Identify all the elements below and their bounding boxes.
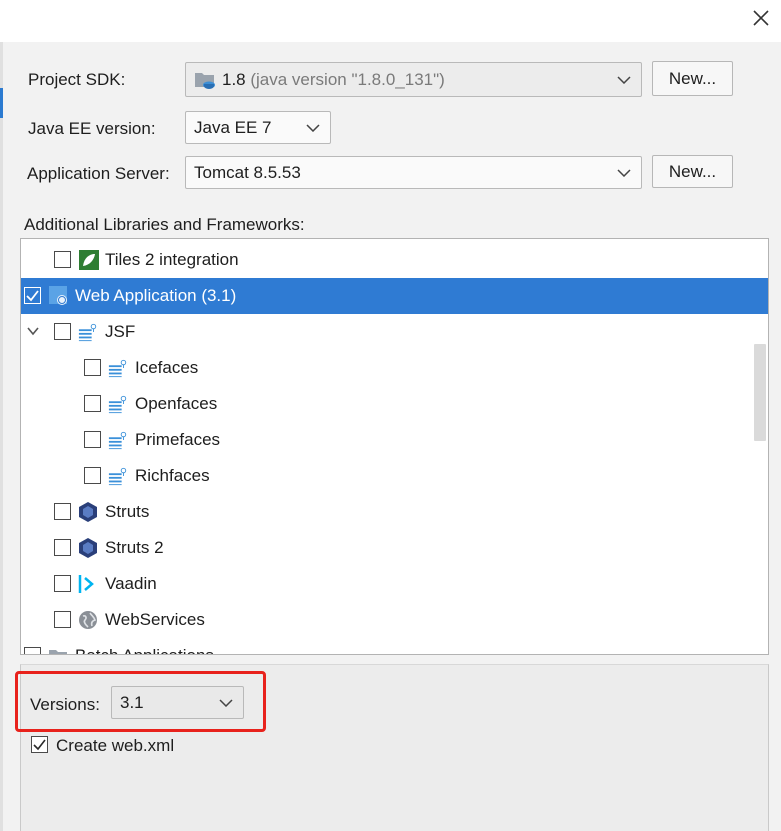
tiles-checkbox[interactable] [54, 251, 71, 268]
left-panel-selection-marker [0, 88, 3, 118]
chevron-down-icon [617, 75, 631, 84]
tree-item-label: WebServices [105, 610, 205, 629]
jsf-icon [108, 467, 127, 486]
dialog-title-bar [0, 0, 781, 42]
icefaces-checkbox[interactable] [84, 359, 101, 376]
tree-item-label: JSF [105, 322, 136, 341]
tree-item-label: Primefaces [135, 430, 221, 449]
tree-item-web-application[interactable]: Web Application (3.1) [21, 278, 768, 314]
tree-item-vaadin[interactable]: Vaadin [21, 566, 768, 602]
chevron-down-icon[interactable] [27, 326, 39, 336]
primefaces-checkbox[interactable] [84, 431, 101, 448]
tree-item-primefaces[interactable]: Primefaces [21, 422, 768, 458]
jsf-icon [108, 431, 127, 450]
vaadin-checkbox[interactable] [54, 575, 71, 592]
create-webxml-label: Create web.xml [56, 736, 175, 755]
batch-applications-checkbox[interactable] [24, 647, 41, 654]
struts-checkbox[interactable] [54, 503, 71, 520]
libraries-heading: Additional Libraries and Frameworks: [24, 215, 305, 234]
checkmark-icon [33, 739, 46, 751]
application-server-new-button[interactable]: New... [652, 155, 733, 188]
tree-item-label: Richfaces [135, 466, 210, 485]
web-application-icon [49, 286, 67, 305]
project-sdk-version: 1.8 [222, 69, 246, 89]
tree-item-struts-2[interactable]: Struts 2 [21, 530, 768, 566]
tree-item-label: Web Application (3.1) [75, 286, 237, 305]
tree-item-jsf[interactable]: JSF [21, 314, 768, 350]
project-sdk-new-button[interactable]: New... [652, 61, 733, 96]
web-application-checkbox[interactable] [24, 287, 41, 304]
folder-icon [49, 650, 67, 654]
jsf-icon [108, 395, 127, 414]
tree-item-label: Struts [105, 502, 150, 521]
checkmark-icon [26, 290, 39, 302]
tree-item-label: Vaadin [105, 574, 157, 593]
project-sdk-dropdown[interactable]: 1.8 (java version "1.8.0_131") [185, 62, 642, 97]
highlight-annotation-box [15, 671, 266, 732]
jsf-icon [78, 323, 97, 342]
tree-item-label: Tiles 2 integration [105, 250, 239, 269]
tree-item-openfaces[interactable]: Openfaces [21, 386, 768, 422]
project-sdk-detail: (java version "1.8.0_131") [245, 69, 445, 89]
jsf-checkbox[interactable] [54, 323, 71, 340]
tree-item-tiles-2-integration[interactable]: Tiles 2 integration [21, 242, 768, 278]
openfaces-checkbox[interactable] [84, 395, 101, 412]
tree-item-struts[interactable]: Struts [21, 494, 768, 530]
chevron-down-icon [306, 123, 320, 132]
tree-scrollbar-thumb[interactable] [754, 344, 766, 441]
close-icon[interactable] [748, 5, 774, 31]
tree-item-label: Struts 2 [105, 538, 164, 557]
application-server-dropdown[interactable]: Tomcat 8.5.53 [185, 156, 642, 189]
tree-item-batch-applications[interactable]: Batch Applications [21, 638, 768, 654]
tree-item-icefaces[interactable]: Icefaces [21, 350, 768, 386]
struts-icon [79, 502, 97, 522]
java-ee-version-value: Java EE 7 [194, 117, 272, 137]
tree-item-label: Openfaces [135, 394, 218, 413]
vaadin-icon [78, 575, 94, 593]
java-ee-version-label: Java EE version: [28, 119, 156, 138]
tree-item-richfaces[interactable]: Richfaces [21, 458, 768, 494]
tree-item-webservices[interactable]: WebServices [21, 602, 768, 638]
tree-item-label: Icefaces [135, 358, 199, 377]
webservices-globe-icon [79, 611, 97, 629]
java-ee-version-dropdown[interactable]: Java EE 7 [185, 111, 331, 144]
jsf-icon [108, 359, 127, 378]
project-sdk-label: Project SDK: [28, 70, 126, 89]
jdk-folder-icon [195, 73, 215, 89]
richfaces-checkbox[interactable] [84, 467, 101, 484]
application-server-label: Application Server: [27, 164, 170, 183]
application-server-value: Tomcat 8.5.53 [194, 162, 301, 182]
webservices-checkbox[interactable] [54, 611, 71, 628]
tiles-leaf-icon [79, 250, 99, 270]
frameworks-tree[interactable]: Tiles 2 integration Web Application (3.1… [20, 238, 769, 655]
tree-item-label: Batch Applications [75, 638, 214, 654]
struts-icon [79, 538, 97, 558]
chevron-down-icon [617, 168, 631, 177]
left-panel-edge [0, 42, 3, 831]
struts-2-checkbox[interactable] [54, 539, 71, 556]
create-webxml-checkbox[interactable] [31, 736, 48, 753]
